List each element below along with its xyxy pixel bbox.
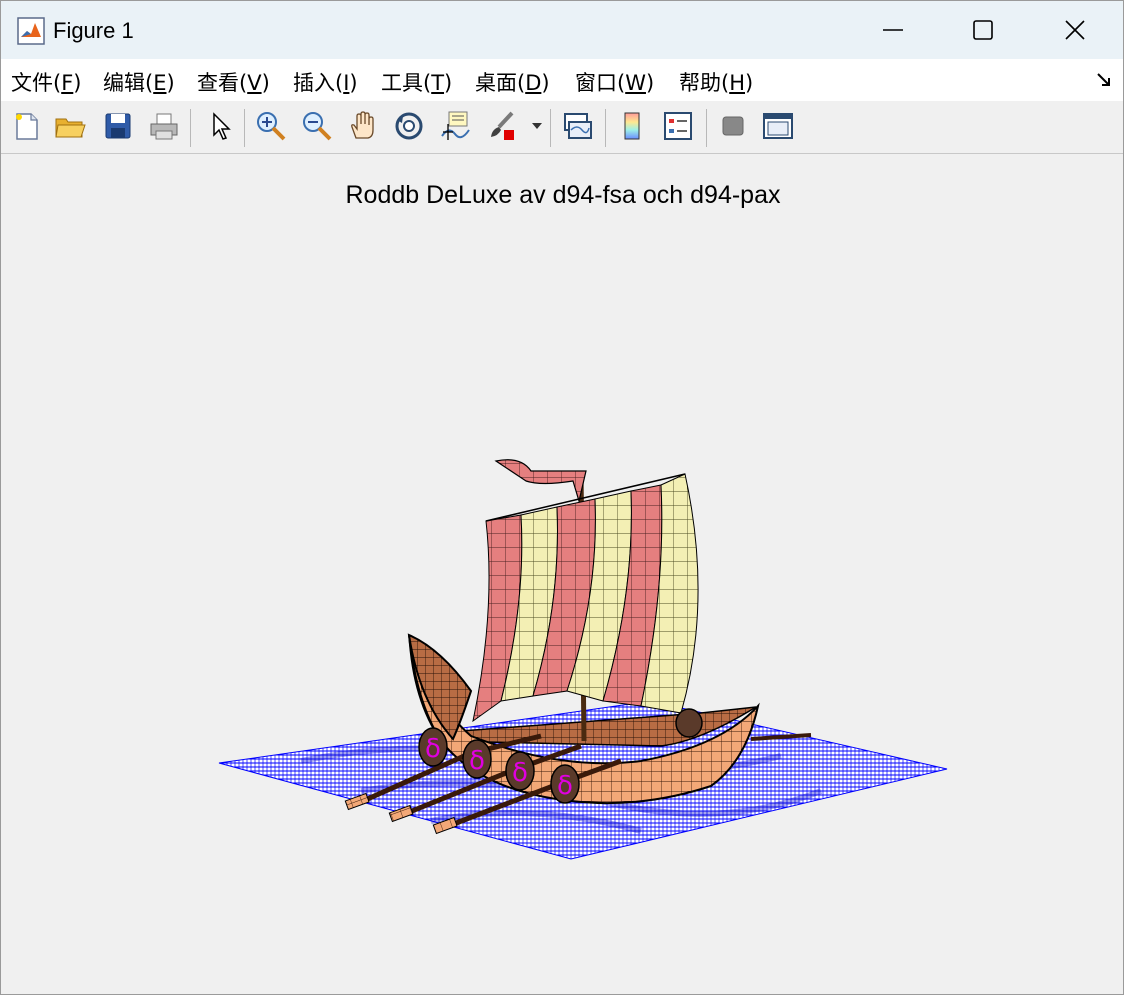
zoom-out-icon <box>303 112 332 141</box>
zoom-out-button[interactable] <box>300 109 334 143</box>
toolbar-separator <box>605 109 606 147</box>
close-button[interactable] <box>1029 1 1121 59</box>
figure-toolbar <box>1 101 1123 154</box>
open-file-icon <box>55 118 86 138</box>
toolbar-separator <box>190 109 191 147</box>
print-button[interactable] <box>147 109 181 143</box>
brush-dropdown-button[interactable] <box>527 109 547 143</box>
window-title: Figure 1 <box>53 18 134 43</box>
brush-icon <box>491 111 514 140</box>
shield: δ <box>550 764 580 804</box>
hide-plot-tools-button[interactable] <box>716 109 750 143</box>
menu-tools[interactable]: 工具(T) <box>381 67 452 97</box>
shield-glyph: δ <box>512 758 528 788</box>
select-arrow-icon <box>213 112 231 140</box>
close-icon <box>1065 20 1085 40</box>
rotate-3d-button[interactable] <box>392 109 426 143</box>
toolbar-separator <box>706 109 707 147</box>
new-figure-button[interactable] <box>9 109 43 143</box>
link-plot-button[interactable] <box>561 109 595 143</box>
menu-file[interactable]: 文件(F) <box>11 67 82 97</box>
pan-button[interactable] <box>346 109 380 143</box>
link-plot-icon <box>564 113 592 139</box>
ship-sail <box>472 473 699 723</box>
ship-scene[interactable]: δ δ δ δ <box>1 154 1123 992</box>
zoom-in-button[interactable] <box>254 109 288 143</box>
minimize-icon <box>883 29 903 31</box>
menu-bar: 文件(F) 编辑(E) 查看(V) 插入(I) 工具(T) 桌面(D) 窗口(W… <box>1 59 1123 102</box>
toolbar-separator <box>550 109 551 147</box>
shield: δ <box>462 739 492 779</box>
show-plot-tools-button[interactable] <box>761 109 795 143</box>
minimize-button[interactable] <box>847 1 939 59</box>
legend-icon <box>664 112 692 140</box>
pan-hand-icon <box>351 111 374 139</box>
menu-insert[interactable]: 插入(I) <box>293 67 358 97</box>
rotate-3d-icon <box>395 112 423 140</box>
menu-view[interactable]: 查看(V) <box>197 67 270 97</box>
colorbar-button[interactable] <box>615 109 649 143</box>
menu-edit[interactable]: 编辑(E) <box>103 67 175 97</box>
shield-glyph: δ <box>425 734 441 764</box>
brush-button[interactable] <box>485 109 519 143</box>
open-file-button[interactable] <box>53 109 87 143</box>
shield: δ <box>418 727 448 767</box>
figure-window: Figure 1 文件(F) 编辑(E) 查看(V) 插入(I) 工具(T) 桌… <box>0 0 1124 995</box>
data-cursor-icon <box>441 111 470 140</box>
new-figure-icon <box>16 113 38 140</box>
chevron-down-icon <box>532 123 542 129</box>
shield-glyph: δ <box>469 746 485 776</box>
zoom-in-icon <box>257 112 286 141</box>
data-cursor-button[interactable] <box>438 109 472 143</box>
save-button[interactable] <box>101 109 135 143</box>
toolbar-separator <box>244 109 245 147</box>
hide-plot-tools-icon <box>722 116 744 136</box>
ship-pennant <box>494 459 587 504</box>
matlab-logo-icon <box>17 17 45 45</box>
dock-figure-icon[interactable] <box>1095 71 1113 89</box>
maximize-icon <box>973 20 993 40</box>
colorbar-icon <box>624 112 640 140</box>
menu-window[interactable]: 窗口(W) <box>575 67 654 97</box>
title-bar: Figure 1 <box>1 1 1123 59</box>
menu-help[interactable]: 帮助(H) <box>679 67 753 97</box>
print-icon <box>150 113 178 140</box>
select-button[interactable] <box>203 109 237 143</box>
show-plot-tools-icon <box>763 113 793 139</box>
shield-glyph: δ <box>557 771 573 801</box>
shield <box>675 708 703 738</box>
maximize-button[interactable] <box>937 1 1029 59</box>
legend-button[interactable] <box>661 109 695 143</box>
save-icon <box>105 113 131 139</box>
shield: δ <box>505 751 535 791</box>
menu-desktop[interactable]: 桌面(D) <box>475 67 550 97</box>
